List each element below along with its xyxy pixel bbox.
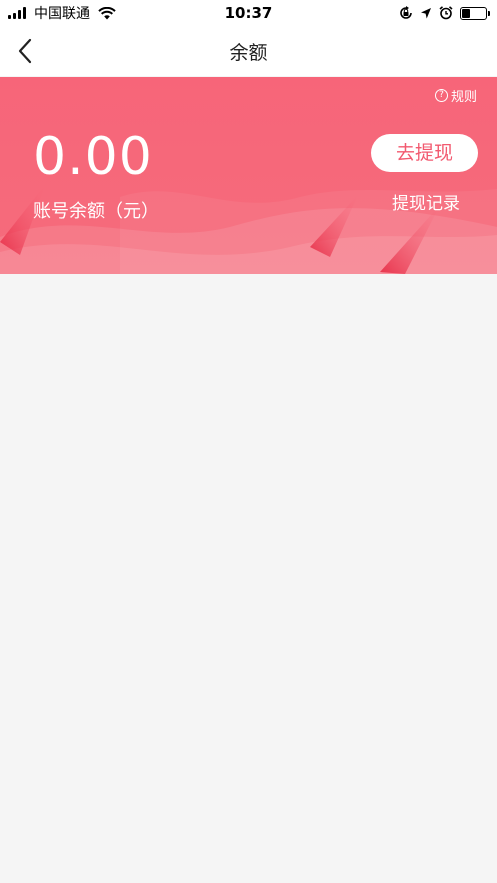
location-icon <box>421 7 431 18</box>
question-circle-icon: ? <box>434 89 448 102</box>
page-title: 余额 <box>229 42 268 64</box>
nav-bar: 余额 <box>0 26 497 76</box>
balance-label: 账号余额（元） <box>33 201 159 222</box>
status-bar: 中国联通 10:37 <box>0 0 497 26</box>
rules-link[interactable]: ? 规则 <box>434 86 477 105</box>
balance-card: ? 规则 0.00 账号余额（元） 去提现 提现记录 <box>0 77 497 274</box>
rules-label: 规则 <box>450 90 477 105</box>
battery-icon <box>460 6 490 20</box>
withdraw-records-link[interactable]: 提现记录 <box>392 189 460 214</box>
balance-amount: 0.00 <box>33 127 153 187</box>
rotation-lock-icon <box>400 6 412 19</box>
alarm-icon <box>439 6 453 20</box>
status-right <box>399 4 490 22</box>
withdraw-button[interactable]: 去提现 <box>371 134 478 172</box>
